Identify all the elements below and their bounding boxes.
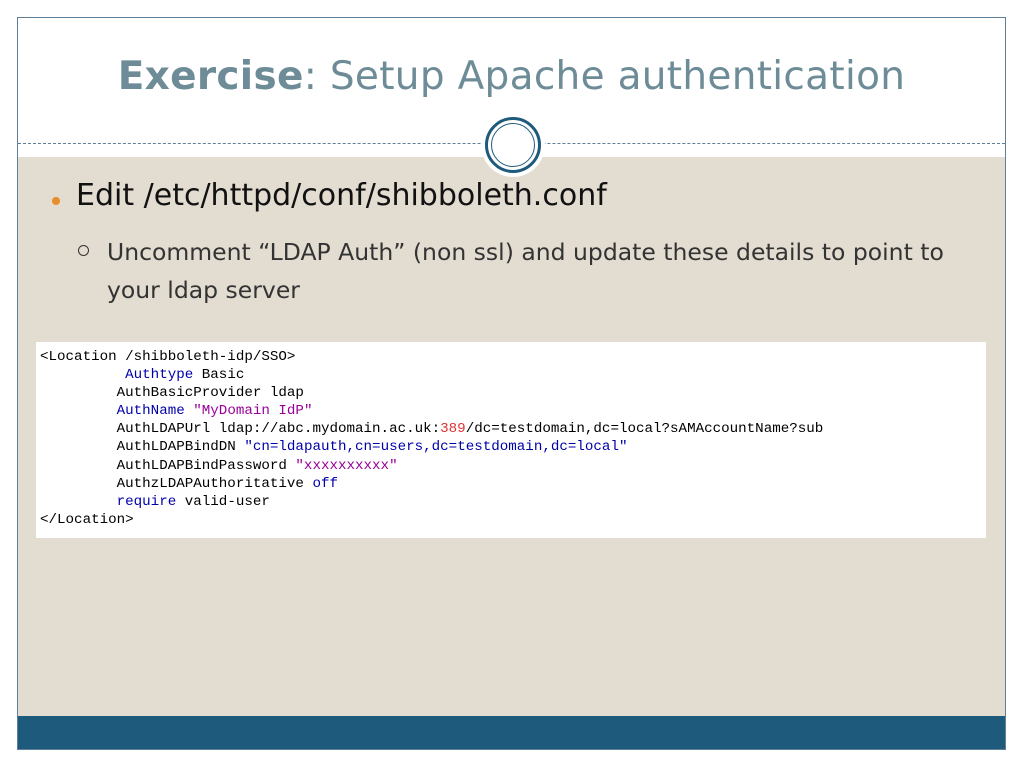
code-value: AuthLDAPBindPassword [116,457,296,474]
code-block: <Location /shibboleth-idp/SSO> Authtype … [36,342,986,538]
code-port-number: 389 [440,421,466,438]
circle-inner-icon [491,123,535,167]
code-line: <Location /shibboleth-idp/SSO> [40,349,296,365]
slide-title: Exercise: Setup Apache authentication [18,54,1005,99]
code-string: "xxxxxxxxxx" [295,457,398,474]
title-rest: : Setup Apache authentication [303,54,906,99]
code-keyword: AuthName [116,403,185,420]
code-line: </Location> [40,511,134,528]
code-value: AuthLDAPBindDN [116,439,245,456]
bullet-dot-icon [52,197,60,205]
slide: Exercise: Setup Apache authentication Ed… [17,17,1006,750]
title-bold: Exercise [117,54,304,99]
code-keyword: Authtype [125,367,194,384]
footer-bar [18,716,1005,749]
code-value: AuthzLDAPAuthoritative [116,475,313,492]
code-value: /dc=testdomain,dc=local?sAMAccountName?s… [465,421,824,438]
bullet-circle-icon [78,245,89,256]
bullet-level2-text: Uncomment “LDAP Auth” (non ssl) and upda… [107,238,944,304]
bullet-level1-text: Edit /etc/httpd/conf/shibboleth.conf [76,178,607,213]
code-keyword: off [312,475,338,492]
code-value: Basic [193,367,245,384]
code-value: valid-user [176,493,270,510]
code-value: AuthLDAPUrl ldap://abc.mydomain.ac.uk: [116,421,441,438]
code-string: "cn=ldapauth,cn=users,dc=testdomain,dc=l… [244,439,628,456]
code-value: AuthBasicProvider ldap [116,385,304,402]
code-text: <Location /shibboleth-idp/SSO> Authtype … [40,348,823,529]
code-keyword: require [116,493,177,510]
code-string: "MyDomain IdP" [193,403,313,420]
